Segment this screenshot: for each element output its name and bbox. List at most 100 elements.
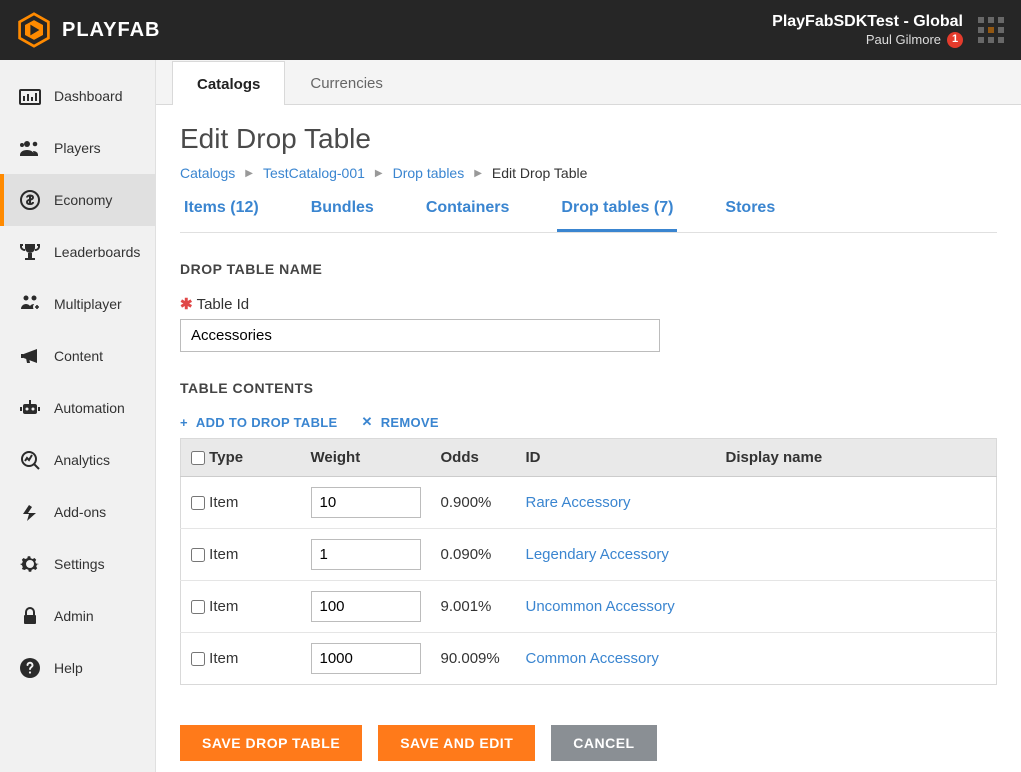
plus-icon: +: [180, 415, 188, 430]
sidebar-label: Multiplayer: [54, 296, 122, 312]
notification-badge[interactable]: 1: [947, 32, 963, 48]
sidebar-item-addons[interactable]: Add-ons: [0, 486, 155, 538]
row-checkbox[interactable]: [191, 496, 205, 510]
sidebar-label: Content: [54, 348, 103, 364]
sidebar-label: Automation: [54, 400, 125, 416]
row-odds: 9.001%: [431, 581, 516, 633]
sidebar-item-help[interactable]: Help: [0, 642, 155, 694]
subtab-bundles[interactable]: Bundles: [307, 199, 378, 232]
sidebar-item-analytics[interactable]: Analytics: [0, 434, 155, 486]
subtab-items[interactable]: Items (12): [180, 199, 263, 232]
sidebar-item-settings[interactable]: Settings: [0, 538, 155, 590]
row-display: [716, 529, 997, 581]
table-row: Item 90.009% Common Accessory: [181, 633, 997, 685]
row-odds: 0.900%: [431, 477, 516, 529]
table-row: Item 0.900% Rare Accessory: [181, 477, 997, 529]
remove-button[interactable]: ✕ REMOVE: [362, 414, 439, 430]
subtab-stores[interactable]: Stores: [721, 199, 779, 232]
sidebar: Dashboard Players Economy Leaderboards M…: [0, 60, 156, 772]
content-icon: [18, 344, 42, 368]
row-id-link[interactable]: Rare Accessory: [526, 494, 631, 511]
row-odds: 0.090%: [431, 529, 516, 581]
table-id-input[interactable]: [180, 319, 660, 352]
user-name[interactable]: Paul Gilmore: [866, 32, 941, 48]
breadcrumb-droptables[interactable]: Drop tables: [393, 165, 465, 181]
col-display: Display name: [716, 439, 997, 477]
section-droptable-name: DROP TABLE NAME: [180, 261, 997, 277]
brand[interactable]: PLAYFAB: [16, 12, 161, 48]
tab-currencies[interactable]: Currencies: [285, 60, 408, 104]
table-row: Item 9.001% Uncommon Accessory: [181, 581, 997, 633]
subtab-containers[interactable]: Containers: [422, 199, 514, 232]
title-name[interactable]: PlayFabSDKTest - Global: [772, 12, 963, 32]
subtab-droptables[interactable]: Drop tables (7): [557, 199, 677, 232]
sidebar-label: Settings: [54, 556, 105, 572]
remove-label: REMOVE: [381, 415, 439, 430]
save-droptable-button[interactable]: SAVE DROP TABLE: [180, 725, 362, 761]
automation-icon: [18, 396, 42, 420]
sidebar-item-admin[interactable]: Admin: [0, 590, 155, 642]
help-icon: [18, 656, 42, 680]
col-id: ID: [516, 439, 716, 477]
sidebar-item-multiplayer[interactable]: Multiplayer: [0, 278, 155, 330]
add-label: ADD TO DROP TABLE: [196, 415, 338, 430]
col-odds: Odds: [431, 439, 516, 477]
weight-input[interactable]: [311, 643, 421, 674]
leaderboards-icon: [18, 240, 42, 264]
row-type: Item: [209, 598, 238, 615]
sidebar-label: Add-ons: [54, 504, 106, 520]
sidebar-item-dashboard[interactable]: Dashboard: [0, 70, 155, 122]
table-row: Item 0.090% Legendary Accessory: [181, 529, 997, 581]
economy-icon: [18, 188, 42, 212]
sidebar-item-content[interactable]: Content: [0, 330, 155, 382]
breadcrumb-current: Edit Drop Table: [492, 165, 587, 181]
settings-icon: [18, 552, 42, 576]
app-grid-icon[interactable]: [977, 16, 1005, 44]
weight-input[interactable]: [311, 539, 421, 570]
chevron-right-icon: ▶: [245, 168, 253, 179]
sidebar-label: Leaderboards: [54, 244, 140, 260]
weight-input[interactable]: [311, 487, 421, 518]
row-checkbox[interactable]: [191, 548, 205, 562]
row-id-link[interactable]: Common Accessory: [526, 650, 659, 667]
close-icon: ✕: [362, 414, 373, 430]
row-checkbox[interactable]: [191, 652, 205, 666]
breadcrumb-catalogs[interactable]: Catalogs: [180, 165, 235, 181]
sidebar-label: Admin: [54, 608, 94, 624]
topbar-right: PlayFabSDKTest - Global Paul Gilmore 1: [772, 12, 1005, 48]
playfab-logo-icon: [16, 12, 52, 48]
row-id-link[interactable]: Legendary Accessory: [526, 546, 669, 563]
select-all-checkbox[interactable]: [191, 451, 205, 465]
top-tabs: Catalogs Currencies: [156, 60, 1021, 105]
save-and-edit-button[interactable]: SAVE AND EDIT: [378, 725, 535, 761]
row-id-link[interactable]: Uncommon Accessory: [526, 598, 675, 615]
sidebar-label: Analytics: [54, 452, 110, 468]
sidebar-item-players[interactable]: Players: [0, 122, 155, 174]
cancel-button[interactable]: CANCEL: [551, 725, 656, 761]
tab-catalogs[interactable]: Catalogs: [172, 61, 285, 105]
page-title: Edit Drop Table: [180, 123, 997, 155]
field-label-tableid: ✱Table Id: [180, 295, 997, 313]
row-type: Item: [209, 546, 238, 563]
breadcrumb: Catalogs ▶ TestCatalog-001 ▶ Drop tables…: [180, 165, 997, 181]
tableid-label-text: Table Id: [197, 296, 250, 313]
dashboard-icon: [18, 84, 42, 108]
addons-icon: [18, 500, 42, 524]
row-type: Item: [209, 650, 238, 667]
admin-icon: [18, 604, 42, 628]
sidebar-label: Dashboard: [54, 88, 123, 104]
breadcrumb-catalog-id[interactable]: TestCatalog-001: [263, 165, 365, 181]
row-display: [716, 477, 997, 529]
sidebar-item-automation[interactable]: Automation: [0, 382, 155, 434]
add-to-droptable-button[interactable]: + ADD TO DROP TABLE: [180, 414, 338, 430]
weight-input[interactable]: [311, 591, 421, 622]
section-table-contents: TABLE CONTENTS: [180, 380, 997, 396]
brand-name: PLAYFAB: [62, 19, 161, 42]
subtabs: Items (12) Bundles Containers Drop table…: [180, 199, 997, 233]
row-checkbox[interactable]: [191, 600, 205, 614]
sidebar-item-economy[interactable]: Economy: [0, 174, 155, 226]
players-icon: [18, 136, 42, 160]
sidebar-item-leaderboards[interactable]: Leaderboards: [0, 226, 155, 278]
row-display: [716, 633, 997, 685]
topbar: PLAYFAB PlayFabSDKTest - Global Paul Gil…: [0, 0, 1021, 60]
